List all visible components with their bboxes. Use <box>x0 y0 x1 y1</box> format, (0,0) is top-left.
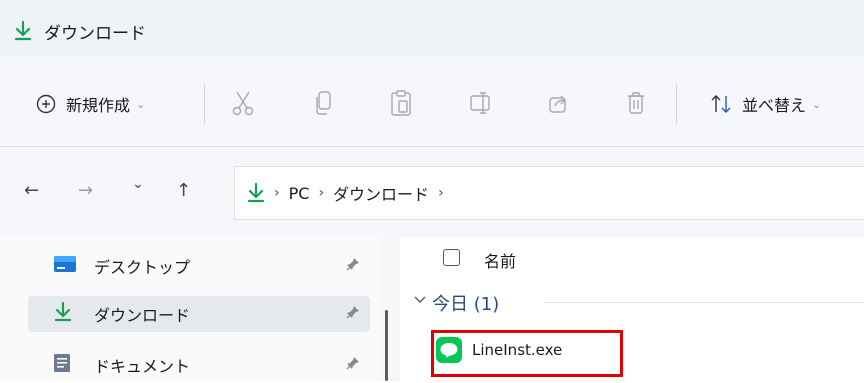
toolbar-divider <box>204 84 205 124</box>
sort-button[interactable]: 並べ替え ⌄ <box>710 92 821 116</box>
pin-icon <box>346 356 360 374</box>
sidebar-scrollbar-thumb[interactable] <box>385 310 388 381</box>
pin-icon <box>346 305 360 323</box>
column-header-name[interactable]: 名前 <box>484 248 516 272</box>
back-button[interactable]: ← <box>24 180 39 201</box>
sidebar-item-label: デスクトップ <box>94 258 191 277</box>
desktop-icon <box>54 256 76 276</box>
sidebar-item-downloads[interactable]: ダウンロード <box>28 296 370 332</box>
highlight-box <box>431 330 623 377</box>
download-icon <box>14 20 32 42</box>
chevron-down-icon[interactable] <box>414 293 426 308</box>
pin-icon <box>346 257 360 275</box>
cut-icon <box>232 90 254 116</box>
download-icon <box>54 301 72 327</box>
chevron-down-icon: ⌄ <box>812 97 822 111</box>
up-button[interactable]: ↑ <box>176 180 191 201</box>
sort-label: 並べ替え <box>742 96 807 115</box>
title-bar: ダウンロード <box>0 0 864 56</box>
copy-icon <box>314 90 334 116</box>
paste-button[interactable] <box>390 89 412 117</box>
group-header-today[interactable]: 今日 (1) <box>432 290 499 316</box>
rename-icon <box>469 91 493 115</box>
rename-button[interactable] <box>469 91 493 115</box>
window-title: ダウンロード <box>44 24 146 44</box>
delete-icon <box>626 90 646 116</box>
group-divider <box>544 302 864 303</box>
download-icon <box>247 182 265 204</box>
breadcrumb-separator: › <box>438 185 444 201</box>
paste-icon <box>390 89 412 117</box>
sidebar-item-desktop[interactable]: デスクトップ <box>28 248 370 284</box>
sidebar-item-label: ドキュメント <box>94 357 191 376</box>
forward-button[interactable]: → <box>78 180 93 201</box>
chevron-down-icon: ⌄ <box>136 97 146 111</box>
breadcrumb-separator: › <box>318 185 325 201</box>
new-label: 新規作成 <box>66 96 131 115</box>
sort-icon <box>710 94 732 114</box>
share-icon <box>548 92 570 114</box>
breadcrumb-separator: › <box>274 185 280 201</box>
recent-locations-button[interactable]: ⌄ <box>132 176 144 192</box>
sidebar-item-documents[interactable]: ドキュメント <box>28 347 370 383</box>
copy-button[interactable] <box>314 90 334 116</box>
toolbar-divider <box>676 84 677 124</box>
select-all-checkbox[interactable] <box>443 249 460 266</box>
address-bar[interactable]: › PC › ダウンロード › <box>234 166 864 220</box>
documents-icon <box>54 354 70 376</box>
breadcrumb-downloads[interactable]: ダウンロード <box>333 181 429 205</box>
sidebar-item-label: ダウンロード <box>94 306 191 325</box>
new-button[interactable]: 新規作成 ⌄ <box>36 92 145 116</box>
breadcrumb-pc[interactable]: PC <box>289 184 310 203</box>
plus-circle-icon <box>36 94 56 114</box>
sidebar-scrollbar[interactable] <box>380 237 400 381</box>
cut-button[interactable] <box>232 90 254 116</box>
delete-button[interactable] <box>626 90 646 116</box>
share-button[interactable] <box>548 92 570 114</box>
